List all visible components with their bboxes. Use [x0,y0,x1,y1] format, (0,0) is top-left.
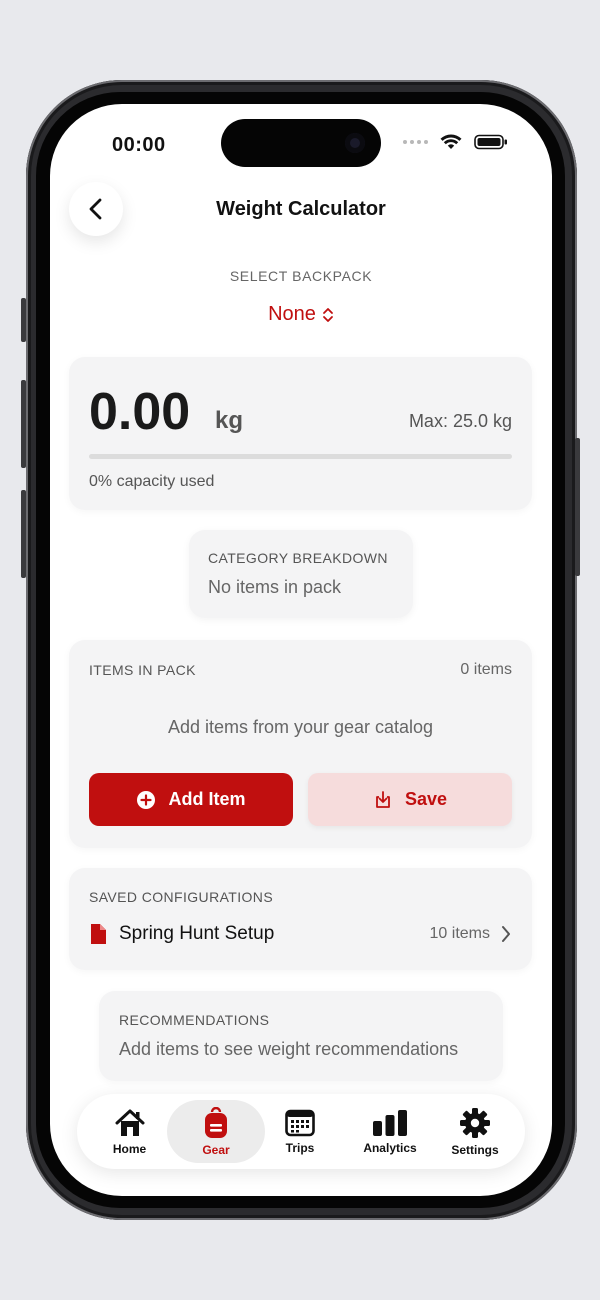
capacity-text: 0% capacity used [89,473,215,490]
add-item-label: Add Item [168,789,246,809]
tab-trips-label: Trips [285,1140,315,1155]
page-title: Weight Calculator [216,198,386,220]
chevron-up-down-icon [323,307,333,322]
recommendations-title: RECOMMENDATIONS [119,1012,270,1028]
plus-circle-icon [137,790,156,809]
dynamic-island [221,119,381,167]
tab-settings-label: Settings [451,1142,499,1157]
category-breakdown-title: CATEGORY BREAKDOWN [208,550,388,566]
capacity-progress-bar [89,454,512,459]
gear-icon [460,1107,490,1138]
items-count: 0 items [460,661,512,678]
wifi-icon [440,134,462,149]
backpack-selected-value: None [268,303,316,325]
save-download-icon [376,790,390,808]
volume-up-button [21,380,26,468]
camera-icon [345,133,365,153]
tab-bar: Home Gear Trips Analytics Settings [77,1094,525,1169]
saved-config-count: 10 items [429,925,490,942]
items-empty-message: Add items from your gear catalog [167,717,434,737]
tab-trips[interactable]: Trips [265,1100,335,1163]
tab-settings[interactable]: Settings [435,1100,515,1163]
saved-configurations-title: SAVED CONFIGURATIONS [89,889,274,905]
document-icon [91,924,106,944]
save-label: Save [404,789,448,809]
category-breakdown-card: CATEGORY BREAKDOWN No items in pack [189,530,413,618]
app-screen: 00:00 Weight Calculator SELECT BACKPACK … [50,104,552,1196]
bar-chart-icon [373,1109,407,1136]
select-backpack-label: SELECT BACKPACK [229,268,373,284]
home-icon [115,1109,144,1136]
calendar-icon [285,1109,315,1136]
battery-icon [474,134,507,150]
status-icons [403,134,508,150]
status-time: 00:00 [112,134,166,156]
saved-config-name: Spring Hunt Setup [119,923,275,944]
total-weight-value: 0.00 [89,383,191,441]
backpack-icon [205,1106,227,1138]
tab-home[interactable]: Home [92,1100,167,1163]
saved-configurations-card: SAVED CONFIGURATIONS Spring Hunt Setup 1… [69,868,532,970]
weight-summary-card: 0.00 kg Max: 25.0 kg 0% capacity used [69,357,532,510]
backpack-selector[interactable]: None [50,303,552,326]
save-button[interactable]: Save [308,773,512,826]
category-breakdown-empty: No items in pack [208,577,342,597]
chevron-right-icon [502,926,510,942]
recommendations-text: Add items to see weight recommendations [119,1039,459,1059]
tab-gear-label: Gear [202,1142,230,1157]
power-button [575,438,580,576]
items-in-pack-title: ITEMS IN PACK [89,662,196,678]
tab-analytics-label: Analytics [363,1140,417,1155]
action-button [21,298,26,342]
cellular-signal-icon [403,140,428,144]
max-weight: Max: 25.0 kg [408,411,512,431]
tab-analytics[interactable]: Analytics [345,1100,435,1163]
volume-down-button [21,490,26,578]
add-item-button[interactable]: Add Item [89,773,293,826]
recommendations-card: RECOMMENDATIONS Add items to see weight … [99,991,503,1081]
items-in-pack-card: ITEMS IN PACK 0 items Add items from you… [69,640,532,848]
saved-config-row[interactable]: Spring Hunt Setup 10 items [89,918,512,950]
tab-home-label: Home [112,1141,147,1156]
weight-unit: kg [215,407,244,434]
tab-gear[interactable]: Gear [167,1100,265,1163]
